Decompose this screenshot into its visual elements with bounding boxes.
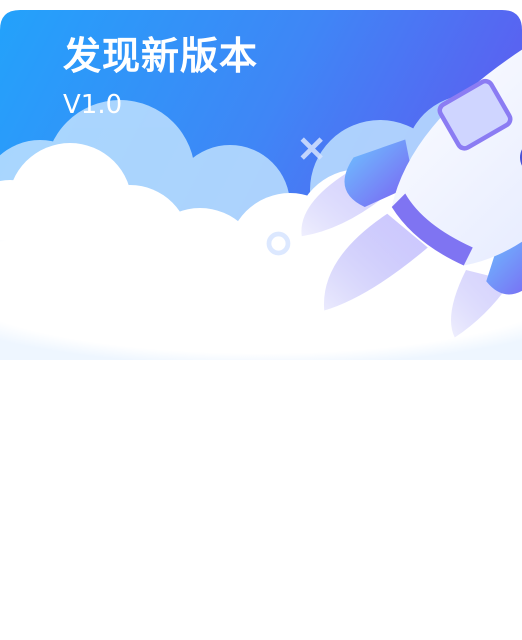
rocket-icon: [250, 0, 522, 338]
update-banner: 发现新版本 V1.0: [0, 0, 522, 360]
update-dialog: 发现新版本 V1.0: [0, 0, 522, 640]
update-title: 发现新版本: [63, 34, 259, 78]
update-content-area: [0, 360, 522, 640]
version-label: V1.0: [63, 90, 123, 120]
